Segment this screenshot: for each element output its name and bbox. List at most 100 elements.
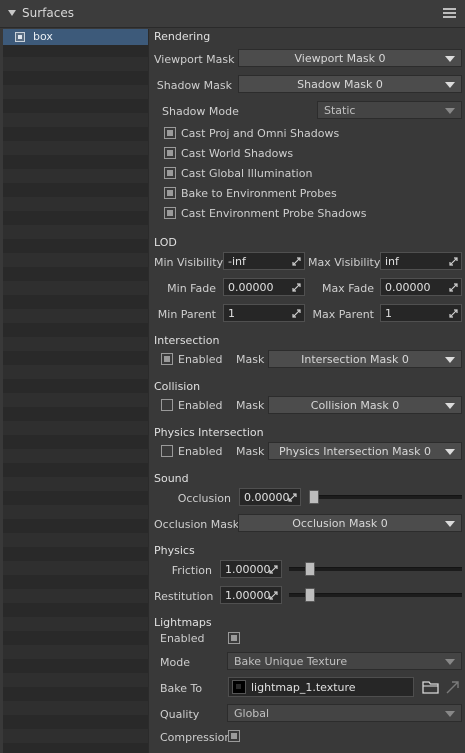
shadow-mask-label: Shadow Mask bbox=[156, 79, 232, 92]
min-fade-field[interactable]: 0.00000 bbox=[223, 278, 305, 296]
chevron-down-icon bbox=[445, 711, 455, 717]
max-fade-value: 0.00000 bbox=[385, 281, 431, 294]
max-visibility-field[interactable]: inf bbox=[380, 252, 462, 270]
shadow-mask-value: Shadow Mask 0 bbox=[297, 78, 383, 91]
friction-slider-thumb[interactable] bbox=[305, 562, 315, 576]
panel-title: Surfaces bbox=[22, 6, 74, 20]
cast-env-probe-shadows-label: Cast Environment Probe Shadows bbox=[181, 207, 367, 220]
physics-intersection-mask-dropdown[interactable]: Physics Intersection Mask 0 bbox=[268, 442, 462, 460]
bake-to-texture-field[interactable]: lightmap_1.texture bbox=[228, 677, 414, 697]
max-parent-label: Max Parent bbox=[312, 308, 374, 321]
intersection-mask-label: Mask bbox=[236, 353, 265, 366]
occlusion-value: 0.00000 bbox=[244, 491, 290, 504]
min-visibility-label: Min Visibility bbox=[154, 256, 224, 269]
cast-global-illumination-checkbox[interactable] bbox=[164, 167, 176, 179]
max-fade-field[interactable]: 0.00000 bbox=[380, 278, 462, 296]
min-parent-label: Min Parent bbox=[157, 308, 216, 321]
drag-handle-icon[interactable] bbox=[269, 565, 278, 574]
viewport-mask-dropdown[interactable]: Viewport Mask 0 bbox=[238, 49, 462, 67]
lod-section-title: LOD bbox=[154, 236, 177, 249]
drag-handle-icon[interactable] bbox=[292, 309, 301, 318]
occlusion-mask-label: Occlusion Mask bbox=[154, 518, 240, 531]
min-fade-value: 0.00000 bbox=[228, 281, 274, 294]
cast-world-shadows-checkbox[interactable] bbox=[164, 147, 176, 159]
lightmaps-enabled-checkbox[interactable] bbox=[228, 632, 240, 644]
occlusion-slider-track[interactable] bbox=[309, 495, 462, 499]
shadow-mode-value: Static bbox=[324, 104, 356, 117]
max-visibility-value: inf bbox=[385, 255, 399, 268]
friction-field[interactable]: 1.00000 bbox=[220, 560, 282, 578]
min-parent-value: 1 bbox=[228, 307, 235, 320]
collision-section-title: Collision bbox=[154, 380, 201, 393]
drag-handle-icon[interactable] bbox=[292, 257, 301, 266]
drag-handle-icon[interactable] bbox=[449, 257, 458, 266]
max-parent-field[interactable]: 1 bbox=[380, 304, 462, 322]
min-parent-field[interactable]: 1 bbox=[223, 304, 305, 322]
collision-enabled-checkbox[interactable] bbox=[161, 399, 173, 411]
min-fade-label: Min Fade bbox=[167, 282, 216, 295]
intersection-mask-value: Intersection Mask 0 bbox=[301, 353, 409, 366]
min-visibility-field[interactable]: -inf bbox=[223, 252, 305, 270]
lightmaps-quality-label: Quality bbox=[160, 708, 200, 721]
drag-handle-icon[interactable] bbox=[269, 591, 278, 600]
restitution-label: Restitution bbox=[154, 590, 214, 603]
viewport-mask-value: Viewport Mask 0 bbox=[294, 52, 386, 65]
occlusion-mask-dropdown[interactable]: Occlusion Mask 0 bbox=[238, 514, 462, 532]
chevron-down-icon bbox=[445, 403, 455, 409]
min-visibility-value: -inf bbox=[228, 255, 246, 268]
lightmaps-quality-value: Global bbox=[234, 707, 270, 720]
chevron-down-icon bbox=[445, 357, 455, 363]
lightmaps-enabled-label: Enabled bbox=[160, 632, 205, 645]
occlusion-field[interactable]: 0.00000 bbox=[239, 488, 301, 506]
physics-intersection-enabled-label: Enabled bbox=[178, 445, 223, 458]
friction-value: 1.00000 bbox=[225, 563, 271, 576]
tree-item-box[interactable]: box bbox=[3, 29, 148, 45]
physics-intersection-mask-value: Physics Intersection Mask 0 bbox=[279, 445, 431, 458]
lightmaps-mode-label: Mode bbox=[160, 656, 190, 669]
cast-proj-omni-shadows-label: Cast Proj and Omni Shadows bbox=[181, 127, 340, 140]
collision-enabled-label: Enabled bbox=[178, 399, 223, 412]
cast-env-probe-shadows-checkbox[interactable] bbox=[164, 207, 176, 219]
physics-intersection-mask-label: Mask bbox=[236, 445, 265, 458]
occlusion-mask-value: Occlusion Mask 0 bbox=[292, 517, 388, 530]
drag-handle-icon[interactable] bbox=[292, 283, 301, 292]
hamburger-menu-icon[interactable] bbox=[443, 8, 456, 18]
physics-intersection-enabled-checkbox[interactable] bbox=[161, 445, 173, 457]
lightmaps-section-title: Lightmaps bbox=[154, 616, 212, 629]
shadow-mask-dropdown[interactable]: Shadow Mask 0 bbox=[238, 75, 462, 93]
occlusion-slider-thumb[interactable] bbox=[309, 490, 319, 504]
compression-checkbox[interactable] bbox=[228, 730, 240, 742]
collision-mask-label: Mask bbox=[236, 399, 265, 412]
drag-handle-icon[interactable] bbox=[288, 493, 297, 502]
collision-mask-dropdown[interactable]: Collision Mask 0 bbox=[268, 396, 462, 414]
collapse-arrow-icon[interactable] bbox=[8, 10, 16, 16]
restitution-field[interactable]: 1.00000 bbox=[220, 586, 282, 604]
lightmaps-quality-dropdown[interactable]: Global bbox=[227, 704, 462, 722]
shadow-mode-dropdown[interactable]: Static bbox=[317, 101, 462, 119]
intersection-mask-dropdown[interactable]: Intersection Mask 0 bbox=[268, 350, 462, 368]
intersection-enabled-checkbox[interactable] bbox=[161, 353, 173, 365]
intersection-enabled-label: Enabled bbox=[178, 353, 223, 366]
lightmaps-mode-dropdown[interactable]: Bake Unique Texture bbox=[227, 652, 462, 670]
cast-global-illumination-label: Cast Global Illumination bbox=[181, 167, 313, 180]
bake-to-value: lightmap_1.texture bbox=[251, 681, 356, 694]
viewport-mask-label: Viewport Mask bbox=[154, 53, 235, 66]
physics-section-title: Physics bbox=[154, 544, 195, 557]
tree-item-checkbox[interactable] bbox=[15, 32, 25, 42]
max-visibility-label: Max Visibility bbox=[308, 256, 381, 269]
drag-handle-icon[interactable] bbox=[449, 309, 458, 318]
collision-mask-value: Collision Mask 0 bbox=[310, 399, 400, 412]
restitution-slider-thumb[interactable] bbox=[305, 588, 315, 602]
lightmaps-mode-value: Bake Unique Texture bbox=[234, 655, 348, 668]
cast-proj-omni-shadows-checkbox[interactable] bbox=[164, 127, 176, 139]
physics-intersection-section-title: Physics Intersection bbox=[154, 426, 264, 439]
surface-tree[interactable]: box bbox=[3, 29, 149, 753]
drag-handle-icon[interactable] bbox=[449, 283, 458, 292]
restitution-value: 1.00000 bbox=[225, 589, 271, 602]
shadow-mode-label: Shadow Mode bbox=[162, 105, 239, 118]
bake-to-label: Bake To bbox=[160, 682, 203, 695]
bake-env-probes-checkbox[interactable] bbox=[164, 187, 176, 199]
locate-arrow-icon[interactable] bbox=[444, 679, 462, 695]
folder-icon[interactable] bbox=[422, 679, 440, 695]
sound-section-title: Sound bbox=[154, 472, 189, 485]
